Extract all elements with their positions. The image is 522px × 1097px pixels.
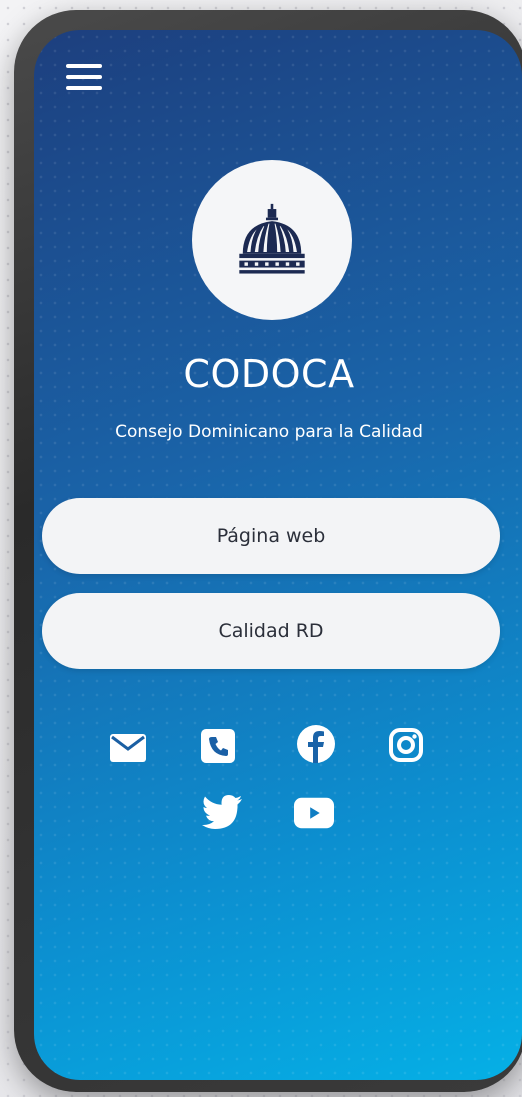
youtube-icon[interactable] bbox=[294, 793, 334, 833]
hamburger-menu-icon[interactable] bbox=[64, 62, 104, 92]
phone-icon[interactable] bbox=[198, 726, 238, 766]
facebook-icon[interactable] bbox=[296, 724, 336, 764]
org-title: CODOCA bbox=[183, 352, 355, 396]
palace-dome-icon bbox=[239, 203, 305, 274]
twitter-icon[interactable] bbox=[202, 792, 242, 832]
phone-screen: CODOCA Consejo Dominicano para la Calida… bbox=[34, 30, 522, 1080]
calidad-rd-link-button[interactable]: Calidad RD bbox=[42, 593, 500, 669]
instagram-icon[interactable] bbox=[386, 725, 426, 765]
logo bbox=[192, 160, 352, 320]
website-link-button[interactable]: Página web bbox=[42, 498, 500, 574]
email-icon[interactable] bbox=[108, 728, 148, 768]
org-subtitle: Consejo Dominicano para la Calidad bbox=[115, 422, 423, 442]
